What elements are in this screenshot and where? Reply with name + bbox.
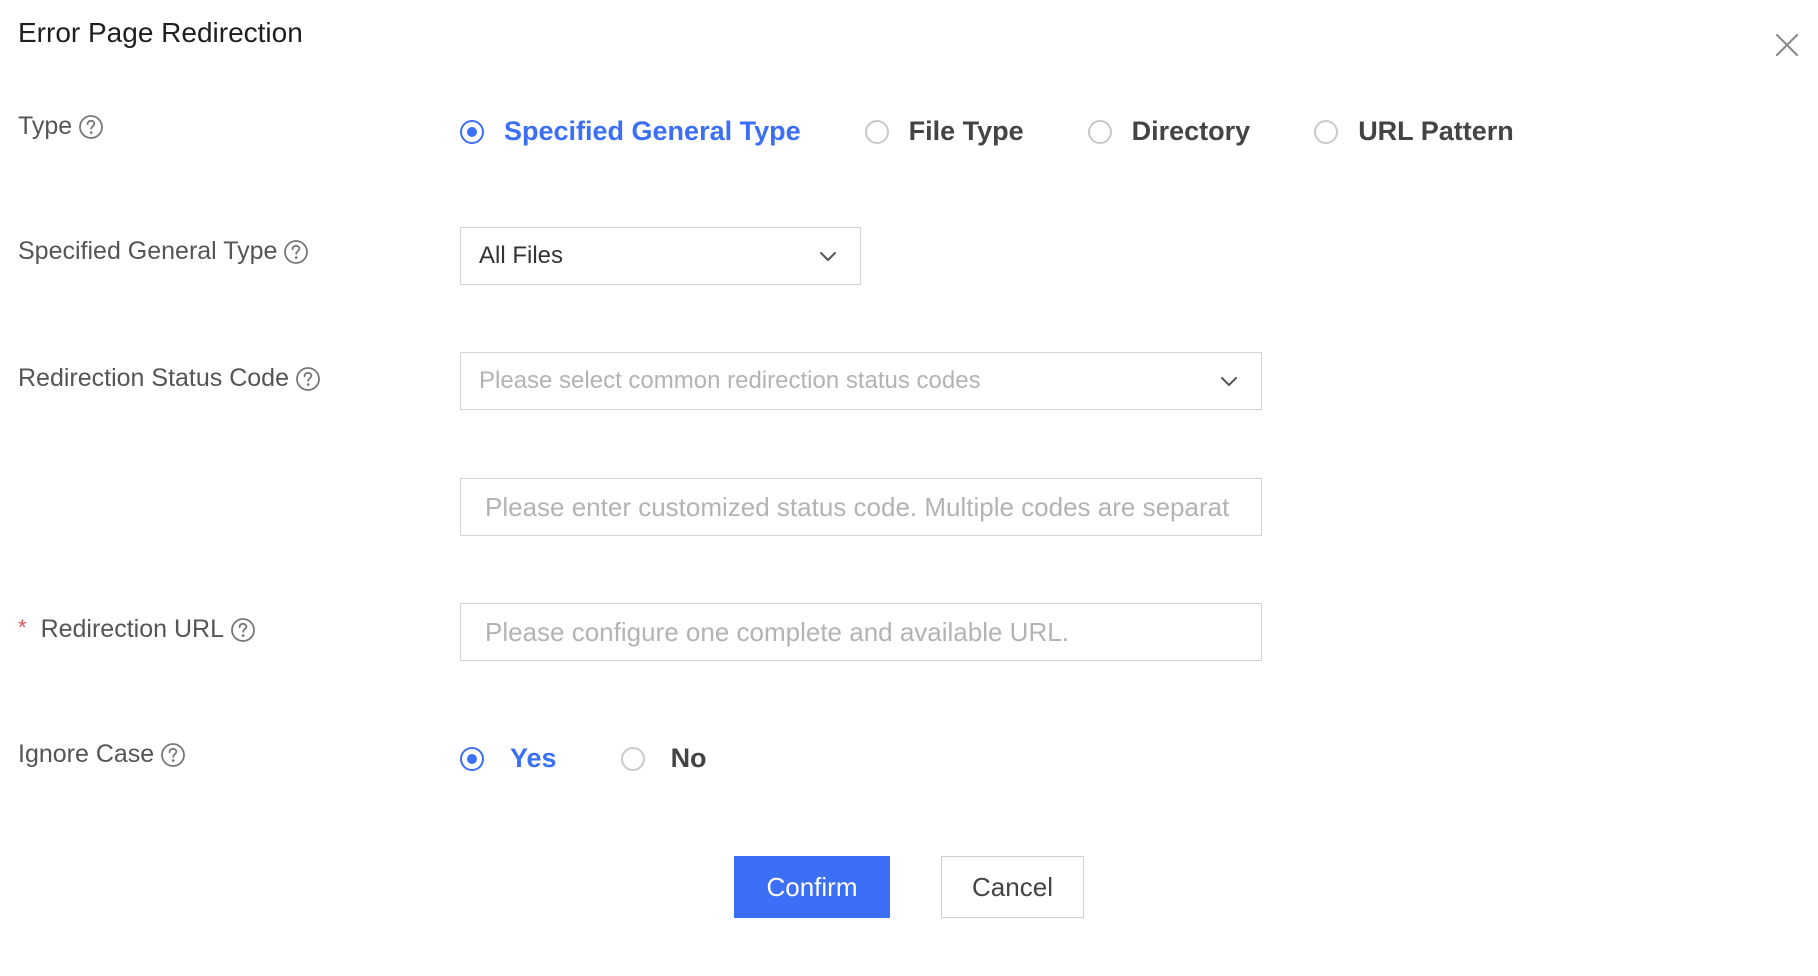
ignore-case-label: Ignore Case (18, 740, 155, 768)
redirection-url-label-row: * Redirection URL (18, 615, 256, 644)
radio-label: No (670, 743, 707, 773)
radio-label: Yes (510, 743, 557, 773)
radio-directory[interactable]: Directory (1087, 116, 1251, 147)
chevron-down-icon (816, 244, 840, 268)
status-code-select-placeholder: Please select common redirection status … (479, 367, 981, 394)
custom-status-code-input[interactable] (461, 479, 1261, 535)
required-mark: * (18, 614, 27, 640)
redirection-url-input[interactable] (461, 604, 1261, 660)
radio-label: URL Pattern (1358, 116, 1514, 146)
help-icon[interactable] (283, 239, 309, 265)
radio-label: Specified General Type (504, 116, 801, 146)
close-icon[interactable] (1772, 30, 1802, 60)
general-type-label-row: Specified General Type (18, 237, 309, 266)
radio-circle (1314, 119, 1339, 144)
confirm-button[interactable]: Confirm (734, 856, 890, 918)
type-label: Type (18, 112, 73, 140)
general-type-select-value: All Files (479, 242, 564, 269)
help-icon[interactable] (295, 366, 321, 392)
radio-circle (864, 119, 889, 144)
radio-circle (460, 746, 484, 771)
radio-circle (1087, 119, 1112, 144)
radio-specified-general-type[interactable]: Specified General Type (460, 116, 801, 147)
redirection-url-label: Redirection URL (40, 615, 224, 643)
type-label-row: Type (18, 112, 104, 141)
error-page-redirection-dialog: Error Page Redirection Type Specified Ge… (0, 0, 1818, 976)
radio-circle (620, 746, 645, 771)
status-code-label: Redirection Status Code (18, 364, 289, 392)
help-icon[interactable] (160, 742, 186, 768)
help-icon[interactable] (78, 114, 104, 140)
radio-ignore-case-yes[interactable]: Yes (460, 743, 557, 774)
status-code-select[interactable]: Please select common redirection status … (460, 352, 1262, 410)
radio-file-type[interactable]: File Type (864, 116, 1024, 147)
type-radio-group: Specified General Type File Type Directo… (460, 116, 1514, 147)
radio-circle (460, 119, 484, 144)
general-type-label: Specified General Type (18, 237, 278, 265)
custom-status-code-input-wrapper (460, 478, 1262, 536)
status-code-label-row: Redirection Status Code (18, 364, 321, 393)
radio-url-pattern[interactable]: URL Pattern (1314, 116, 1514, 147)
general-type-select[interactable]: All Files (460, 227, 861, 285)
ignore-case-radio-group: Yes No (460, 743, 707, 774)
ignore-case-label-row: Ignore Case (18, 740, 186, 769)
radio-ignore-case-no[interactable]: No (620, 743, 707, 774)
radio-label: Directory (1131, 116, 1251, 146)
redirection-url-input-wrapper (460, 603, 1262, 661)
dialog-title: Error Page Redirection (18, 17, 303, 48)
cancel-button[interactable]: Cancel (941, 856, 1084, 918)
help-icon[interactable] (230, 617, 256, 643)
chevron-down-icon (1217, 369, 1241, 393)
radio-label: File Type (908, 116, 1024, 146)
